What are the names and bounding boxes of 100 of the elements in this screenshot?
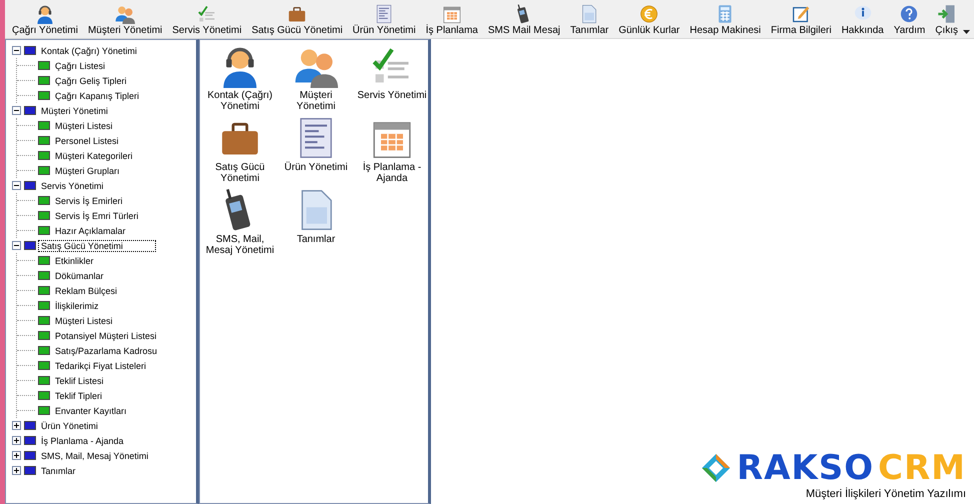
- brand-name: RAKSO: [736, 448, 874, 488]
- expand-icon[interactable]: [12, 421, 21, 430]
- tree-item[interactable]: Çağrı Geliş Tipleri: [53, 76, 129, 86]
- module-tile[interactable]: Satış Gücü Yönetimi: [204, 116, 276, 188]
- tree-item[interactable]: Reklam Bülçesi: [53, 286, 120, 296]
- folder-node-icon: [24, 106, 36, 115]
- toolbar-overflow-icon[interactable]: [963, 30, 970, 34]
- leaf-node-icon: [38, 316, 50, 325]
- toolbar-button[interactable]: Hakkında: [836, 4, 889, 38]
- tree-item[interactable]: Potansiyel Müşteri Listesi: [53, 330, 159, 340]
- tree-item[interactable]: Çağrı Listesi: [53, 60, 108, 70]
- folder-node-icon: [24, 421, 36, 430]
- leaf-node-icon: [38, 406, 50, 415]
- tree-item[interactable]: Satış/Pazarlama Kadrosu: [53, 346, 160, 356]
- exit-door-icon: [936, 4, 957, 24]
- leaf-node-icon: [38, 76, 50, 85]
- leaf-node-icon: [38, 151, 50, 160]
- tree-item[interactable]: Hazır Açıklamalar: [53, 226, 128, 236]
- toolbar-button[interactable]: Firma Bilgileri: [766, 4, 836, 38]
- toolbar-button[interactable]: Servis Yönetimi: [167, 4, 247, 38]
- folder-node-icon: [24, 241, 36, 250]
- toolbar-button[interactable]: İş Planlama: [420, 4, 483, 38]
- briefcase-icon: [287, 4, 308, 24]
- leaf-node-icon: [38, 376, 50, 385]
- tree-item[interactable]: Müşteri Yönetimi: [39, 106, 110, 116]
- leaf-node-icon: [38, 361, 50, 370]
- tree-item[interactable]: Ürün Yönetimi: [39, 420, 100, 430]
- module-tile[interactable]: Müşteri Yönetimi: [280, 44, 352, 116]
- folder-node-icon: [24, 451, 36, 460]
- tree-item[interactable]: Müşteri Kategorileri: [53, 150, 135, 160]
- tree-item[interactable]: Tanımlar: [39, 466, 78, 476]
- module-tile[interactable]: Servis Yönetimi: [356, 44, 428, 116]
- toolbar-button[interactable]: Yardım: [888, 4, 930, 38]
- people-icon: [115, 4, 136, 24]
- leaf-node-icon: [38, 226, 50, 235]
- leaf-node-icon: [38, 271, 50, 280]
- expand-icon[interactable]: [12, 451, 21, 460]
- toolbar-button[interactable]: Günlük Kurlar: [614, 4, 685, 38]
- tagline: Müşteri İlişkileri Yönetim Yazılımı: [806, 488, 966, 500]
- tree-item[interactable]: Tedarikçi Fiyat Listeleri: [53, 360, 148, 370]
- tree-item[interactable]: Teklif Tipleri: [53, 390, 104, 400]
- toolbar-button[interactable]: SMS Mail Mesaj: [482, 4, 566, 38]
- collapse-icon[interactable]: [12, 106, 21, 115]
- leaf-node-icon: [38, 331, 50, 340]
- help-icon: [899, 4, 920, 24]
- tree-item[interactable]: Envanter Kayıtları: [53, 406, 129, 416]
- toolbar-button[interactable]: Müşteri Yönetimi: [82, 4, 168, 38]
- leaf-node-icon: [38, 286, 50, 295]
- leaf-node-icon: [38, 346, 50, 355]
- tree-item[interactable]: Kontak (Çağrı) Yönetimi: [39, 46, 139, 56]
- tree-item[interactable]: Etkinlikler: [53, 256, 96, 266]
- module-tile[interactable]: Ürün Yönetimi: [280, 116, 352, 188]
- leaf-node-icon: [38, 301, 50, 310]
- toolbar-button[interactable]: Çağrı Yönetimi: [7, 4, 83, 38]
- headset-person-icon: [34, 4, 55, 24]
- tree-item[interactable]: Müşteri Listesi: [53, 316, 115, 326]
- collapse-icon[interactable]: [12, 241, 21, 250]
- leaf-node-icon: [38, 121, 50, 130]
- tree-item[interactable]: Müşteri Listesi: [53, 120, 115, 130]
- leaf-node-icon: [38, 196, 50, 205]
- brand-name: CRM: [878, 448, 966, 488]
- toolbar-button[interactable]: Tanımlar: [565, 4, 614, 38]
- leaf-node-icon: [38, 91, 50, 100]
- leaf-node-icon: [38, 211, 50, 220]
- tree-item[interactable]: Servis İş Emri Türleri: [53, 210, 140, 220]
- tree-item[interactable]: SMS, Mail, Mesaj Yönetimi: [39, 450, 150, 460]
- expand-icon[interactable]: [12, 436, 21, 445]
- tree-item[interactable]: Dökümanlar: [53, 270, 106, 280]
- tree-item[interactable]: Müşteri Grupları: [53, 166, 122, 176]
- leaf-node-icon: [38, 166, 50, 175]
- module-tile[interactable]: SMS, Mail, Mesaj Yönetimi: [204, 188, 276, 260]
- leaf-node-icon: [38, 61, 50, 70]
- expand-icon[interactable]: [12, 466, 21, 475]
- tree-item[interactable]: İlişkilerimiz: [53, 300, 100, 310]
- tree-item[interactable]: Çağrı Kapanış Tipleri: [53, 90, 142, 100]
- tree-item[interactable]: Servis Yönetimi: [39, 180, 106, 190]
- toolbar-button[interactable]: Çıkış: [930, 4, 963, 38]
- calendar-icon: [442, 4, 462, 24]
- folder-node-icon: [24, 181, 36, 190]
- folder-node-icon: [24, 436, 36, 445]
- checklist-icon: [196, 4, 217, 24]
- module-tile[interactable]: İş Planlama - Ajanda: [356, 116, 428, 188]
- leaf-node-icon: [38, 256, 50, 265]
- tree-item[interactable]: Satış Gücü Yönetimi: [39, 240, 155, 250]
- pencil-note-icon: [791, 4, 812, 24]
- collapse-icon[interactable]: [12, 46, 21, 55]
- toolbar-button[interactable]: Hesap Makinesi: [684, 4, 766, 38]
- tree-item[interactable]: Personel Listesi: [53, 136, 121, 146]
- module-tile[interactable]: Tanımlar: [280, 188, 352, 260]
- euro-coin-icon: [639, 4, 660, 24]
- toolbar-button[interactable]: Satış Gücü Yönetimi: [246, 4, 348, 38]
- toolbar-button[interactable]: Ürün Yönetimi: [348, 4, 421, 38]
- module-tile[interactable]: Kontak (Çağrı) Yönetimi: [204, 44, 276, 116]
- collapse-icon[interactable]: [12, 181, 21, 190]
- tree-item[interactable]: İş Planlama - Ajanda: [39, 436, 126, 446]
- leaf-node-icon: [38, 391, 50, 400]
- tree-item[interactable]: Servis İş Emirleri: [53, 196, 125, 206]
- folder-node-icon: [24, 466, 36, 475]
- folder-node-icon: [24, 46, 36, 55]
- tree-item[interactable]: Teklif Listesi: [53, 376, 106, 386]
